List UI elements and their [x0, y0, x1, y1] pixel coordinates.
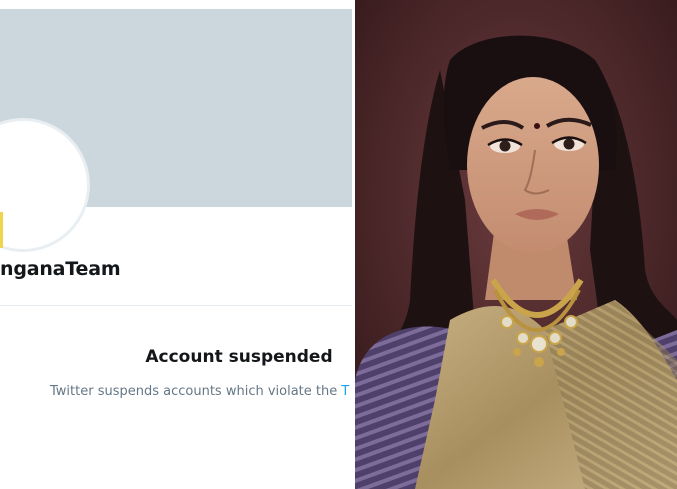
bindi	[534, 123, 540, 129]
portrait-photo	[355, 0, 677, 489]
portrait-illustration	[355, 0, 677, 489]
profile-divider	[0, 305, 352, 306]
profile-handle: nganaTeam	[0, 258, 121, 280]
twitter-rules-link[interactable]: T	[341, 384, 349, 399]
avatar-accent-mark	[0, 212, 3, 248]
suspended-message-container: Twitter suspends accounts which violate …	[0, 380, 352, 404]
suspended-message-text: Twitter suspends accounts which violate …	[50, 384, 342, 399]
suspended-title: Account suspended	[145, 347, 333, 367]
composite-image: nganaTeam Account suspended Twitter susp…	[0, 0, 677, 489]
suspended-profile-panel: nganaTeam Account suspended Twitter susp…	[0, 0, 355, 489]
suspended-message: Twitter suspends accounts which violate …	[50, 384, 349, 399]
profile-handle-container: nganaTeam	[0, 250, 352, 290]
